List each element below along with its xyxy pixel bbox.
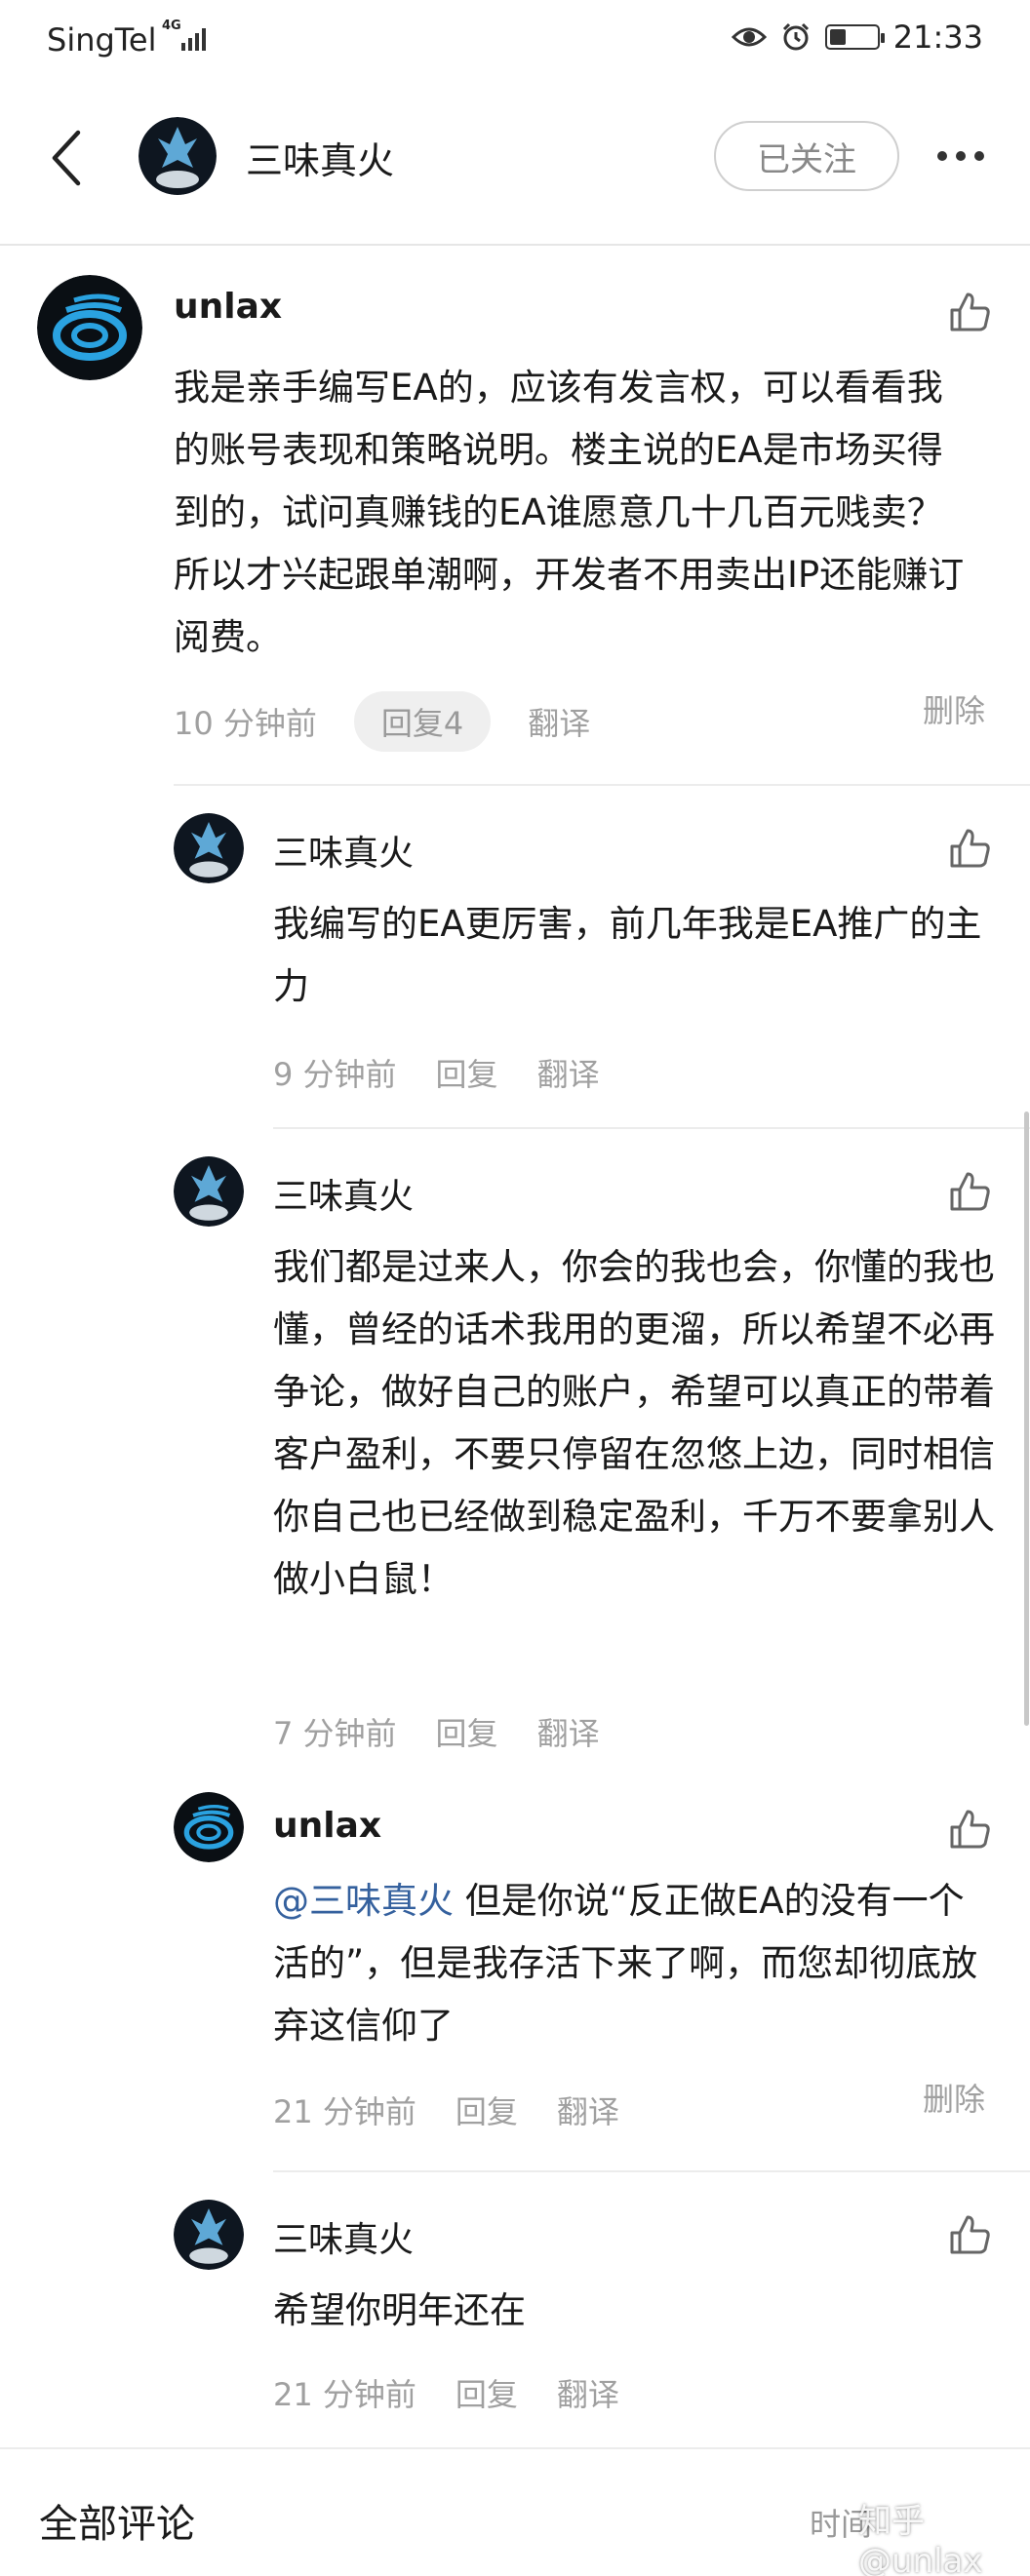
- back-button[interactable]: [39, 121, 94, 195]
- thumbs-up-icon[interactable]: [946, 1806, 993, 1853]
- comment-text: 我编写的EA更厉害，前几年我是EA推广的主力: [273, 903, 982, 1007]
- comment-text: 我们都是过来人，你会的我也会，你懂的我也懂，曾经的话术我用的更溜，所以希望不必再…: [273, 1246, 995, 1600]
- thumbs-up-icon[interactable]: [946, 1168, 993, 1215]
- chevron-left-icon: [52, 130, 81, 186]
- reply-item: 三味真火 我编写的EA更厉害，前几年我是EA推广的主力 9 分钟前 回复 翻译: [0, 786, 1030, 1127]
- comment-time: 9 分钟前: [273, 1056, 397, 1093]
- eye-icon: [731, 27, 767, 47]
- comment-author[interactable]: 三味真火: [273, 2211, 414, 2262]
- comment-author[interactable]: unlax: [174, 287, 282, 327]
- page-title: 三味真火: [246, 139, 395, 182]
- author-avatar[interactable]: [139, 117, 217, 195]
- translate-button[interactable]: 翻译: [528, 699, 590, 744]
- comment-text: 我是亲手编写EA的，应该有发言权，可以看看我的账号表现和策略说明。楼主说的EA是…: [174, 367, 965, 658]
- comment-time: 21 分钟前: [273, 2093, 416, 2130]
- reply-button[interactable]: 回复: [436, 1050, 498, 1095]
- comment-meta: 7 分钟前 回复 翻译: [273, 1700, 600, 1763]
- comment-meta: 9 分钟前 回复 翻译: [273, 1041, 600, 1104]
- comments-footer: 全部评论 时间 知乎 @unlax: [0, 2447, 1030, 2576]
- alarm-icon: [782, 22, 809, 51]
- avatar[interactable]: [174, 1792, 244, 1862]
- status-bar: SingTel 4G 21:33: [0, 0, 1030, 78]
- more-button[interactable]: [927, 131, 995, 181]
- comment-time: 21 分钟前: [273, 2376, 416, 2413]
- follow-button[interactable]: 已关注: [714, 121, 899, 191]
- more-dots-icon: [937, 151, 984, 161]
- battery-icon: [824, 24, 885, 50]
- translate-button[interactable]: 翻译: [557, 2370, 619, 2415]
- avatar[interactable]: [174, 2200, 244, 2270]
- network-type: 4G: [162, 19, 181, 33]
- thumbs-up-icon[interactable]: [946, 289, 993, 335]
- comment-item: unlax 我是亲手编写EA的，应该有发言权，可以看看我的账号表现和策略说明。楼…: [0, 246, 1030, 792]
- translate-button[interactable]: 翻译: [537, 1709, 600, 1754]
- avatar[interactable]: [174, 813, 244, 883]
- thumbs-up-icon[interactable]: [946, 2211, 993, 2258]
- reply-item: unlax @三味真火 但是你说“反正做EA的没有一个活的”，但是我存活下来了啊…: [0, 1792, 1030, 2170]
- carrier-name: SingTel: [47, 21, 157, 59]
- status-time: 21:33: [892, 19, 983, 56]
- comment-author[interactable]: 三味真火: [273, 825, 414, 876]
- top-navigation: 三味真火 已关注: [0, 78, 1030, 246]
- reply-item: 三味真火 希望你明年还在 21 分钟前 回复 翻译: [0, 2172, 1030, 2447]
- reply-item: 三味真火 我们都是过来人，你会的我也会，你懂的我也懂，曾经的话术我用的更溜，所以…: [0, 1129, 1030, 1792]
- comment-author[interactable]: 三味真火: [273, 1168, 414, 1219]
- reply-button[interactable]: 回复: [436, 1709, 498, 1754]
- translate-button[interactable]: 翻译: [537, 1050, 600, 1095]
- translate-button[interactable]: 翻译: [557, 2088, 619, 2132]
- delete-button[interactable]: 删除: [923, 2075, 985, 2120]
- mention-link[interactable]: @三味真火: [273, 1880, 454, 1922]
- reply-button[interactable]: 回复: [456, 2088, 518, 2132]
- reply-button[interactable]: 回复4: [353, 691, 492, 752]
- all-comments-title: 全部评论: [39, 2502, 195, 2547]
- scrollbar[interactable]: [1024, 1112, 1029, 1726]
- comment-meta: 21 分钟前 回复 翻译: [273, 2361, 619, 2424]
- comment-time: 10 分钟前: [174, 705, 317, 742]
- comment-text: 希望你明年还在: [273, 2289, 526, 2331]
- comment-meta: 10 分钟前 回复4 翻译: [174, 690, 590, 753]
- thumbs-up-icon[interactable]: [946, 825, 993, 872]
- comment-text: @三味真火 但是你说“反正做EA的没有一个活的”，但是我存活下来了啊，而您却彻底…: [273, 1870, 995, 2057]
- delete-button[interactable]: 删除: [923, 686, 985, 731]
- comment-time: 7 分钟前: [273, 1715, 397, 1752]
- avatar[interactable]: [37, 275, 142, 380]
- reply-button[interactable]: 回复: [456, 2370, 518, 2415]
- comment-author[interactable]: unlax: [273, 1806, 381, 1846]
- avatar[interactable]: [174, 1156, 244, 1227]
- watermark: 知乎 @unlax: [858, 2502, 983, 2576]
- comment-meta: 21 分钟前 回复 翻译: [273, 2079, 619, 2141]
- signal-icon: 4G: [162, 20, 211, 53]
